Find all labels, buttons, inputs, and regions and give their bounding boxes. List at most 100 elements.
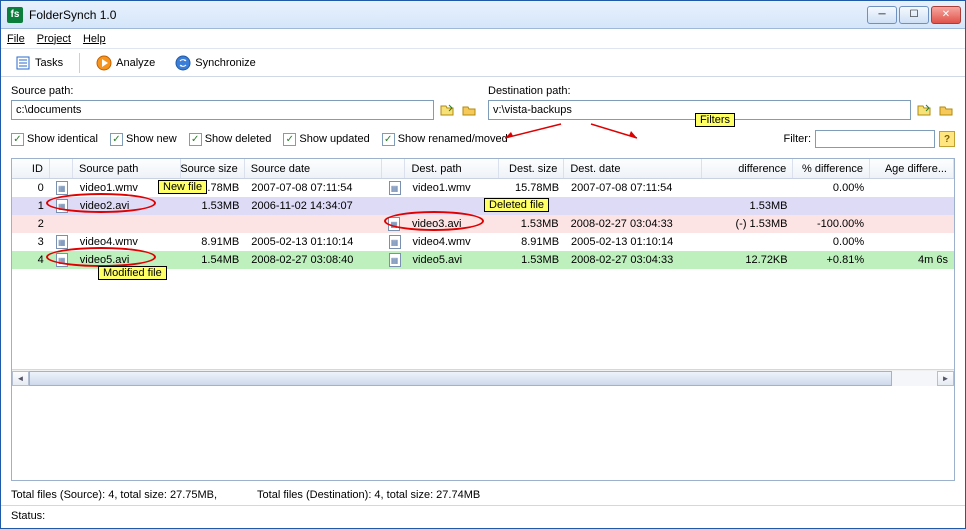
col-dest-path[interactable]: Dest. path	[405, 159, 498, 178]
cell: 1.53MB	[702, 197, 793, 215]
file-icon	[56, 235, 68, 249]
filter-label: Filter:	[784, 133, 812, 145]
analyze-button[interactable]: Analyze	[88, 53, 163, 73]
cell	[870, 197, 954, 215]
col-pct-difference[interactable]: % difference	[793, 159, 870, 178]
source-path-input[interactable]	[11, 100, 434, 120]
cell: video4.wmv	[74, 233, 182, 251]
cell	[870, 233, 954, 251]
minimize-button[interactable]: ─	[867, 6, 897, 24]
menu-help[interactable]: Help	[83, 33, 106, 45]
filter-input[interactable]	[815, 130, 935, 148]
cell	[50, 197, 74, 215]
scroll-left-button[interactable]: ◄	[12, 371, 29, 386]
source-open-icon[interactable]	[438, 101, 456, 119]
paths-row: Source path: Destination path:	[1, 77, 965, 124]
toolbar-separator	[79, 53, 80, 73]
show-new-checkbox[interactable]: ✓Show new	[110, 133, 177, 146]
show-renamed-label: Show renamed/moved	[398, 133, 508, 145]
col-dest-date[interactable]: Dest. date	[564, 159, 702, 178]
scroll-thumb[interactable]	[29, 371, 892, 386]
cell: video2.avi	[74, 197, 182, 215]
analyze-icon	[96, 55, 112, 71]
col-dest-icon[interactable]	[382, 159, 405, 178]
cell: 4	[12, 251, 50, 269]
cell: 2008-02-27 03:08:40	[245, 251, 382, 269]
dest-open-icon[interactable]	[915, 101, 933, 119]
menu-project[interactable]: Project	[37, 33, 71, 45]
table-row[interactable]: 0video1.wmv15.78MB2007-07-08 07:11:54vid…	[12, 179, 954, 197]
cell	[181, 215, 245, 233]
synchronize-button[interactable]: Synchronize	[167, 53, 264, 73]
status-bar: Status:	[1, 505, 965, 528]
show-identical-checkbox[interactable]: ✓Show identical	[11, 133, 98, 146]
show-identical-label: Show identical	[27, 133, 98, 145]
file-icon	[56, 199, 68, 213]
menubar: File Project Help	[1, 29, 965, 49]
tasks-label: Tasks	[35, 57, 63, 69]
cell	[793, 197, 870, 215]
table-row[interactable]: 1video2.avi1.53MB2006-11-02 14:34:071.53…	[12, 197, 954, 215]
cell: video3.avi	[406, 215, 499, 233]
file-icon	[388, 217, 400, 231]
dest-path-input[interactable]	[488, 100, 911, 120]
col-source-path[interactable]: Source path	[73, 159, 181, 178]
col-source-icon[interactable]	[50, 159, 73, 178]
table-row[interactable]: 2video3.avi1.53MB2008-02-27 03:04:33(-) …	[12, 215, 954, 233]
file-icon	[389, 181, 401, 195]
cell: video4.wmv	[407, 233, 500, 251]
maximize-button[interactable]: ☐	[899, 6, 929, 24]
cell: video5.avi	[407, 251, 500, 269]
tasks-button[interactable]: Tasks	[7, 53, 71, 73]
cell	[406, 197, 499, 215]
toolbar: Tasks Analyze Synchronize	[1, 49, 965, 77]
source-path-label: Source path:	[11, 85, 478, 97]
cell: -100.00%	[793, 215, 870, 233]
cell	[383, 197, 406, 215]
cell: 2006-11-02 14:34:07	[245, 197, 382, 215]
dest-browse-icon[interactable]	[937, 101, 955, 119]
filter-help-button[interactable]: ?	[939, 131, 955, 147]
col-id[interactable]: ID	[12, 159, 50, 178]
status-label: Status:	[11, 510, 45, 522]
cell: 1.54MB	[182, 251, 246, 269]
cell	[383, 233, 407, 251]
table-row[interactable]: 4video5.avi1.54MB2008-02-27 03:08:40vide…	[12, 251, 954, 269]
filter-row: ✓Show identical ✓Show new ✓Show deleted …	[1, 124, 965, 158]
show-deleted-checkbox[interactable]: ✓Show deleted	[189, 133, 272, 146]
synchronize-icon	[175, 55, 191, 71]
cell: 2007-07-08 07:11:54	[245, 179, 382, 197]
footer-totals: Total files (Source): 4, total size: 27.…	[1, 481, 965, 505]
cell: 0.00%	[794, 179, 871, 197]
titlebar[interactable]: fs FolderSynch 1.0 ─ ☐ ✕	[1, 1, 965, 29]
analyze-label: Analyze	[116, 57, 155, 69]
window-title: FolderSynch 1.0	[29, 8, 116, 22]
grid-body[interactable]: 0video1.wmv15.78MB2007-07-08 07:11:54vid…	[12, 179, 954, 369]
scroll-track[interactable]	[29, 371, 937, 386]
cell: video1.wmv	[407, 179, 500, 197]
cell	[702, 179, 793, 197]
horizontal-scrollbar[interactable]: ◄ ►	[12, 369, 954, 386]
cell: (-) 1.53MB	[702, 215, 793, 233]
show-updated-checkbox[interactable]: ✓Show updated	[283, 133, 369, 146]
file-icon	[389, 235, 401, 249]
show-renamed-checkbox[interactable]: ✓Show renamed/moved	[382, 133, 508, 146]
file-icon	[56, 181, 68, 195]
file-icon	[389, 253, 401, 267]
source-browse-icon[interactable]	[460, 101, 478, 119]
col-source-date[interactable]: Source date	[245, 159, 383, 178]
app-icon: fs	[7, 7, 23, 23]
cell	[870, 215, 954, 233]
scroll-right-button[interactable]: ►	[937, 371, 954, 386]
close-button[interactable]: ✕	[931, 6, 961, 24]
col-source-size[interactable]: Source size	[181, 159, 245, 178]
table-row[interactable]: 3video4.wmv8.91MB2005-02-13 01:10:14vide…	[12, 233, 954, 251]
menu-file[interactable]: File	[7, 33, 25, 45]
col-dest-size[interactable]: Dest. size	[499, 159, 565, 178]
cell	[382, 215, 406, 233]
cell: 0.00%	[794, 233, 871, 251]
col-difference[interactable]: difference	[702, 159, 793, 178]
grid-header: ID Source path Source size Source date D…	[12, 159, 954, 179]
cell: 2008-02-27 03:04:33	[565, 251, 702, 269]
col-age-difference[interactable]: Age differe...	[870, 159, 954, 178]
